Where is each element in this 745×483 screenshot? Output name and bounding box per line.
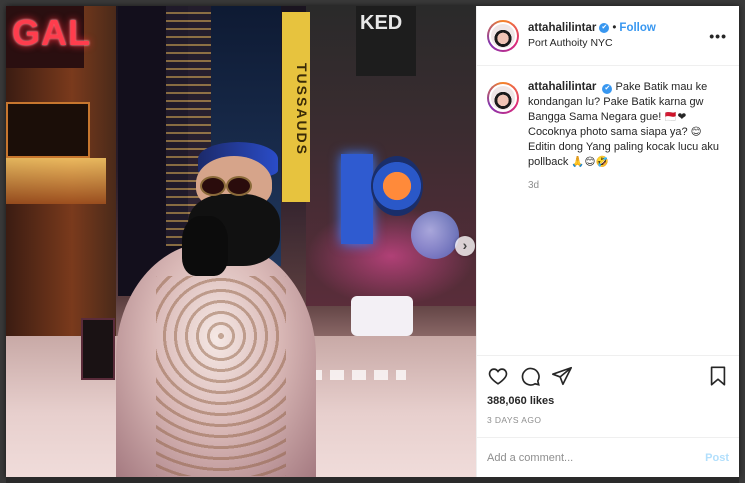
light-orb	[411, 211, 459, 259]
post-button[interactable]: Post	[705, 452, 729, 464]
bottom-strip	[6, 477, 739, 483]
chevron-right-icon[interactable]: ›	[455, 236, 475, 256]
caption-avatar[interactable]	[487, 82, 519, 114]
post-details-panel: attahalilintar ✔ • Follow Port Authoity …	[476, 6, 739, 477]
comment-input[interactable]	[487, 451, 706, 464]
add-comment-bar: Post	[477, 437, 739, 477]
marquee-glow	[6, 158, 106, 204]
caption-body: attahalilintar ✔ Pake Batik mau ke konda…	[528, 80, 728, 355]
person-glove	[182, 216, 228, 276]
post-modal: GAL TUSSAUDS KED › attahalilintar ✔ • Fo…	[6, 6, 739, 477]
action-bar	[477, 355, 739, 395]
batik-pattern	[156, 276, 286, 476]
heart-icon[interactable]	[487, 365, 509, 387]
avatar-image	[489, 21, 517, 50]
caption-text-3: Editin dong Yang paling kocak lucu aku p…	[528, 141, 720, 168]
person-sunglasses	[196, 176, 254, 196]
neon-sign-text: GAL	[12, 12, 91, 53]
more-icon[interactable]: •••	[709, 28, 727, 44]
blue-sign	[341, 154, 373, 244]
bookmark-icon[interactable]	[707, 365, 729, 387]
post-header: attahalilintar ✔ • Follow Port Authoity …	[477, 6, 739, 66]
caption-time[interactable]: 3d	[528, 178, 728, 193]
neon-sign: GAL	[6, 6, 90, 68]
share-icon[interactable]	[551, 365, 573, 387]
post-date: 3 DAYS AGO	[487, 415, 542, 425]
verified-icon: ✔	[599, 23, 610, 33]
caption-emoji-1: 🇲🇨❤	[664, 111, 687, 123]
car	[351, 296, 413, 336]
caption-username[interactable]: attahalilintar	[528, 81, 596, 93]
likes-count[interactable]: 388,060 likes	[477, 395, 739, 411]
street-bin	[81, 318, 115, 380]
round-sign	[371, 156, 423, 216]
post-photo[interactable]: GAL TUSSAUDS KED ›	[6, 6, 476, 477]
header-text: attahalilintar ✔ • Follow Port Authoity …	[528, 21, 709, 51]
tussauds-sign: TUSSAUDS	[282, 12, 310, 202]
comment-icon[interactable]	[519, 365, 541, 387]
avatar[interactable]	[487, 19, 519, 52]
caption-emoji-2: 😊	[690, 126, 702, 138]
location-link[interactable]: Port Authoity NYC	[528, 36, 709, 51]
marquee	[6, 102, 90, 158]
follow-button[interactable]: Follow	[619, 21, 655, 36]
username-link[interactable]: attahalilintar	[528, 21, 596, 36]
separator-dot: •	[612, 21, 617, 34]
avatar-image	[489, 84, 517, 112]
caption-emoji-3: 🙏😊🤣	[571, 156, 609, 168]
header-row: attahalilintar ✔ • Follow	[528, 21, 709, 36]
caption-comment: attahalilintar ✔ Pake Batik mau ke konda…	[477, 66, 739, 355]
caption-text-2: Cocoknya photo sama siapa ya?	[528, 126, 688, 138]
verified-icon: ✔	[602, 84, 613, 94]
billboard-sign: KED	[356, 6, 416, 76]
